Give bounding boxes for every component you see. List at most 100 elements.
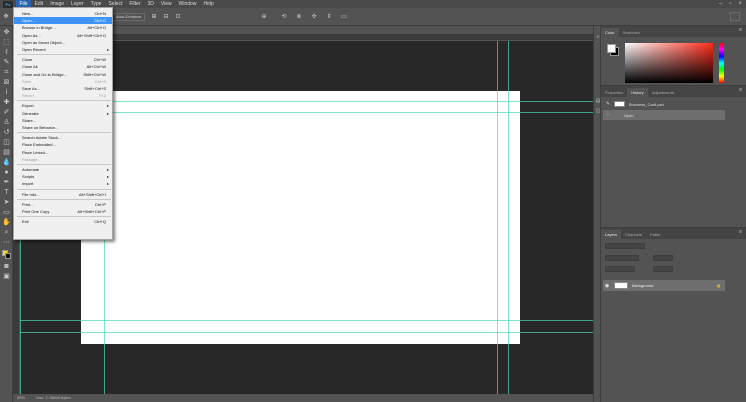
tab-color[interactable]: Color	[601, 28, 619, 37]
file-menu-item-close[interactable]: Close Ctrl+W	[14, 56, 112, 63]
zoom-tool-icon[interactable]: ⌕	[2, 228, 11, 237]
3d-scale-icon[interactable]: ▭	[340, 13, 348, 21]
zoom-level[interactable]: 25%	[17, 395, 25, 400]
path-select-icon[interactable]: ➤	[2, 198, 11, 207]
file-menu-item-print[interactable]: Print... Ctrl+P	[14, 201, 112, 208]
guide-horizontal[interactable]	[20, 320, 593, 321]
file-menu-item-place-embedded[interactable]: Place Embedded...	[14, 141, 112, 148]
menu-window[interactable]: Window	[175, 0, 200, 8]
minimize-icon[interactable]: –	[719, 0, 722, 8]
healing-brush-icon[interactable]: ✚	[2, 98, 11, 107]
file-menu-item-package[interactable]: Package...	[14, 156, 112, 163]
auto-enhance-button[interactable]: Auto-Enhance	[112, 13, 146, 21]
panel-menu-icon[interactable]: ≡	[739, 27, 742, 33]
tab-swatches[interactable]: Swatches	[619, 28, 644, 37]
file-menu-item-open[interactable]: Open... Ctrl+O	[14, 17, 112, 25]
file-menu-item-import[interactable]: Import ▸	[14, 180, 112, 187]
tab-paths[interactable]: Paths	[646, 230, 664, 239]
file-menu-item-scripts[interactable]: Scripts ▸	[14, 173, 112, 180]
align-icon[interactable]: ⊡	[174, 13, 182, 21]
color-picker-field[interactable]	[625, 43, 713, 83]
eraser-tool-icon[interactable]: ◫	[2, 138, 11, 147]
file-menu-item-close-and-go-to-bridge[interactable]: Close and Go to Bridge... Shift+Ctrl+W	[14, 71, 112, 78]
file-menu-item-automate[interactable]: Automate ▸	[14, 166, 112, 173]
history-state[interactable]: ▫ Open	[603, 110, 725, 120]
document-canvas[interactable]	[81, 91, 520, 344]
workspace-icon[interactable]	[730, 12, 740, 21]
guide-vertical[interactable]	[508, 41, 509, 394]
opacity-input[interactable]	[653, 255, 673, 261]
move-tool-icon[interactable]: ✥	[2, 13, 10, 21]
3d-pan-icon[interactable]: ✣	[310, 13, 318, 21]
hue-slider[interactable]	[719, 43, 724, 83]
3d-roll-icon[interactable]: ⊗	[295, 13, 303, 21]
quick-mask-icon[interactable]: ◙	[2, 262, 11, 271]
file-menu-item-generate[interactable]: Generate ▸	[14, 110, 112, 117]
guide-horizontal[interactable]	[20, 332, 593, 333]
tab-history[interactable]: History	[627, 88, 648, 97]
pen-tool-icon[interactable]: ✒	[2, 178, 11, 187]
file-menu-item-open-recent[interactable]: Open Recent ▸	[14, 46, 112, 53]
blur-tool-icon[interactable]: 💧	[2, 158, 11, 167]
history-snapshot[interactable]: ✎ Business_Card.psd	[603, 99, 725, 109]
file-menu-item-file-info[interactable]: File Info... Alt+Shift+Ctrl+I	[14, 191, 112, 198]
panel-menu-icon[interactable]: ≡	[739, 229, 742, 235]
layer-filter-select[interactable]	[605, 243, 645, 249]
crop-tool-icon[interactable]: ⌗	[2, 68, 11, 77]
lasso-tool-icon[interactable]: ℓ	[2, 48, 11, 57]
3d-slide-icon[interactable]: ⇕	[325, 13, 333, 21]
menu-3d[interactable]: 3D	[144, 0, 157, 8]
file-menu-item-browse-in-bridge[interactable]: Browse in Bridge... Alt+Ctrl+O	[14, 24, 112, 31]
foreground-color-swatch[interactable]	[607, 44, 616, 53]
file-menu-item-share-on-behance[interactable]: Share on Behance...	[14, 124, 112, 131]
file-menu-item-export[interactable]: Export ▸	[14, 102, 112, 109]
color-swatches-icon[interactable]	[2, 250, 11, 259]
menu-view[interactable]: View	[157, 0, 175, 8]
menu-help[interactable]: Help	[200, 0, 217, 8]
lock-controls[interactable]	[605, 266, 635, 272]
maximize-icon[interactable]: ▫	[729, 0, 731, 8]
file-menu-item-close-all[interactable]: Close All Alt+Ctrl+W	[14, 63, 112, 70]
more-tools-icon[interactable]: ⋯	[2, 238, 11, 247]
tab-layers[interactable]: Layers	[601, 230, 622, 239]
tab-properties[interactable]: Properties	[601, 88, 627, 97]
clone-stamp-icon[interactable]: ♙	[2, 118, 11, 127]
file-menu-item-share[interactable]: Share...	[14, 117, 112, 124]
align-icon[interactable]: ⊞	[150, 13, 158, 21]
close-icon[interactable]: ×	[738, 0, 742, 8]
gradient-tool-icon[interactable]: ▤	[2, 148, 11, 157]
file-menu-item-save[interactable]: Save Ctrl+S	[14, 78, 112, 85]
panel-menu-icon[interactable]: ≡	[739, 87, 742, 93]
layer-row[interactable]: ◉ Background 🔒	[603, 280, 725, 291]
file-menu-item-print-one-copy[interactable]: Print One Copy Alt+Shift+Ctrl+P	[14, 208, 112, 215]
history-brush-icon[interactable]: ↺	[2, 128, 11, 137]
quick-select-icon[interactable]: ✎	[2, 58, 11, 67]
frame-tool-icon[interactable]: ⊠	[2, 78, 11, 87]
fill-input[interactable]	[653, 266, 673, 272]
3d-mode-icon[interactable]: ⊕	[260, 13, 268, 21]
visibility-icon[interactable]: ◉	[603, 283, 611, 289]
file-menu-item-open-as[interactable]: Open As... Alt+Shift+Ctrl+O	[14, 32, 112, 39]
file-menu-item-save-as[interactable]: Save As... Shift+Ctrl+S	[14, 85, 112, 92]
eyedropper-icon[interactable]: ⅰ	[2, 88, 11, 97]
3d-rotate-icon[interactable]: ⟲	[280, 13, 288, 21]
move-tool-icon[interactable]: ✥	[2, 28, 11, 37]
hand-tool-icon[interactable]: ✋	[2, 218, 11, 227]
tab-adjustments[interactable]: Adjustments	[648, 88, 678, 97]
file-menu-item-search-adobe-stock[interactable]: Search Adobe Stock...	[14, 134, 112, 141]
file-menu-item-revert[interactable]: Revert F12	[14, 92, 112, 99]
dodge-tool-icon[interactable]: ●	[2, 168, 11, 177]
menu-filter[interactable]: Filter	[126, 0, 144, 8]
tab-channels[interactable]: Channels	[621, 230, 646, 239]
align-icon[interactable]: ⊟	[162, 13, 170, 21]
screen-mode-icon[interactable]: ▣	[2, 272, 11, 281]
file-menu-item-exit[interactable]: Exit Ctrl+Q	[14, 218, 112, 225]
guide-vertical[interactable]	[497, 41, 498, 394]
blend-mode-select[interactable]	[605, 255, 639, 261]
marquee-tool-icon[interactable]: ⬚	[2, 38, 11, 47]
type-tool-icon[interactable]: T	[2, 188, 11, 197]
brush-tool-icon[interactable]: ✐	[2, 108, 11, 117]
file-menu-item-place-linked[interactable]: Place Linked...	[14, 149, 112, 156]
rectangle-tool-icon[interactable]: ▭	[2, 208, 11, 217]
file-menu-item-new[interactable]: New... Ctrl+N	[14, 10, 112, 17]
